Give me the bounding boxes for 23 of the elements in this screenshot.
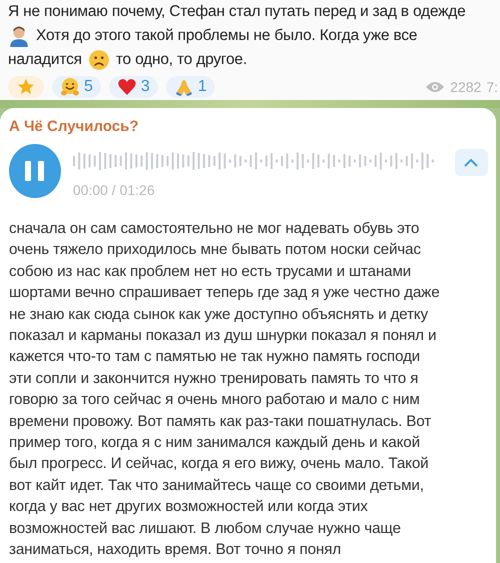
pause-button[interactable] <box>9 144 61 198</box>
praying-hands-icon <box>174 77 194 97</box>
view-count: 2282 <box>450 79 482 95</box>
reaction-button[interactable]: 3 <box>108 76 158 98</box>
collapse-button[interactable] <box>454 149 488 176</box>
sender-name: А Чё Случилось? <box>9 118 139 135</box>
person-icon <box>8 25 30 47</box>
chevron-up-icon <box>463 158 480 168</box>
audio-duration: 00:00 / 01:26 <box>72 182 155 198</box>
message-time: 7: <box>486 79 498 95</box>
message-text: наладится <box>8 51 82 69</box>
sad-face-icon <box>88 49 110 71</box>
message-text: Хотя до этого такой проблемы не было. Когда уже все <box>36 27 418 45</box>
transcript-text: сначала он сам самостоятельно не мог надевать обувь это очень тяжело приходилось мне бывать потом носки сейчас собою из нас как проблем нет но есть трусами и штанами шортами вечно спрашивает теперь где зад я уже честно даже не знаю как сюда сынок как уже доступно объяснять и детку показал и карманы показал из душ шнурки показал я понял и кажется что-то там с памятью не так нужно память господи эти сопли и закончится нужно тренировать память то что я говорю за того сейчас я очень много работаю и мало с ним времени провожу. Вот память как раз-таки пошатнулась. Вот пример того, когда я с ним занимался каждый день и какой был прогресс. И сейчас, когда я его вижу, очень мало. Такой вот кайт идет. Так что занимайтесь чаще со своими детьми, когда у вас нет других возможностей или когда этих возможностей вас лишают. В любом случае нужно чаще заниматься, находить время. Вот точно я понял <box>9 219 440 560</box>
message-text: Я не понимаю почему, Стефан стал путать перед и зад в одежде <box>8 3 466 21</box>
reaction-button[interactable] <box>8 76 44 98</box>
reaction-button[interactable]: 5 <box>52 76 101 98</box>
message-text: то одно, то другое. <box>116 51 247 69</box>
eye-icon <box>425 80 446 94</box>
heart-icon <box>116 77 137 97</box>
star-icon <box>16 77 36 97</box>
reaction-button[interactable]: 1 <box>166 76 215 98</box>
smiling-face-icon <box>60 77 80 97</box>
